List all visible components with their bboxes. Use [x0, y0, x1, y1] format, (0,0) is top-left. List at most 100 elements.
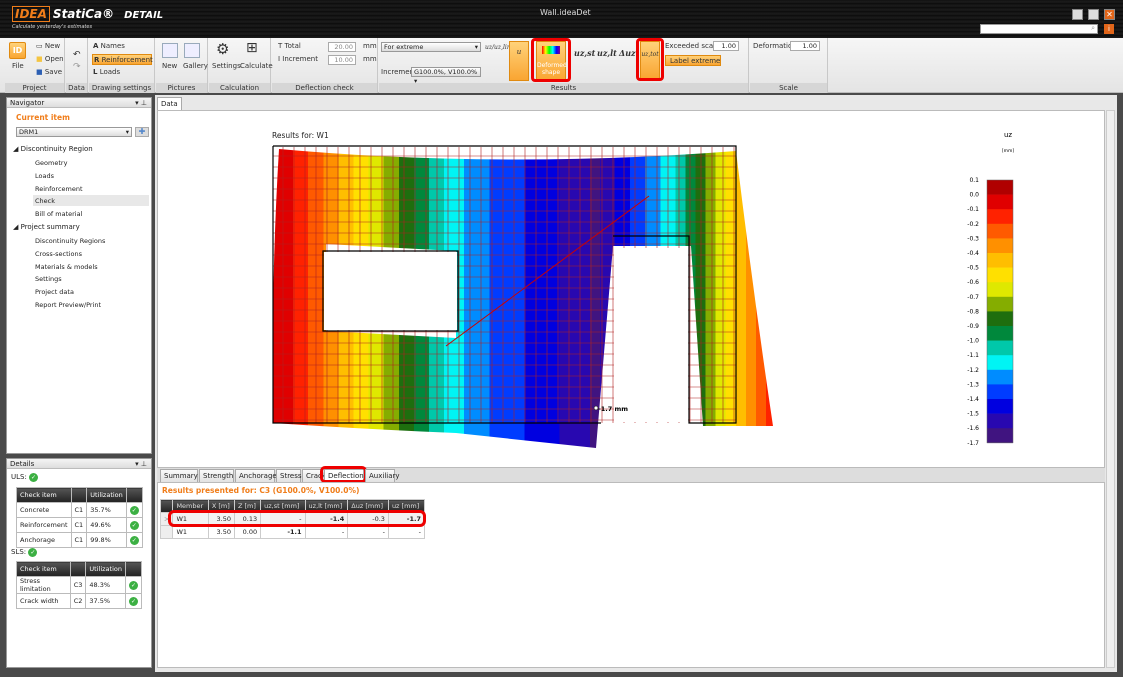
details-panel: Details ▾ ⊥ ULS: ✓ Check item Utilization C…: [6, 458, 152, 668]
group-results: For extreme ▾ Increment G100.0%, V100.0% …: [379, 38, 749, 93]
nav-item[interactable]: Project data: [33, 286, 149, 297]
new-picture-button[interactable]: New: [162, 62, 177, 70]
save-icon: ■: [36, 68, 43, 76]
uzst-button[interactable]: uz,st: [574, 48, 595, 58]
file-icon[interactable]: ID: [9, 42, 26, 59]
nav-item[interactable]: Bill of material: [33, 208, 149, 219]
legend-label: 0.1: [969, 177, 979, 184]
group-deflection-check: T Total I Increment 20.00 10.00 mm mm De…: [272, 38, 378, 93]
names-icon: A: [93, 42, 99, 50]
increment-input[interactable]: 10.00: [328, 55, 356, 65]
ribbon: ID File ▭ New ■ Open ■ Save Project ↶ ↷ …: [0, 38, 1123, 93]
tab-anchorage[interactable]: Anchorage: [235, 469, 277, 482]
legend-label: -0.3: [967, 235, 979, 242]
deformation-scale-input[interactable]: 1.00: [790, 41, 820, 51]
pin-icon[interactable]: ▾ ⊥: [135, 459, 151, 469]
tab-auxiliary[interactable]: Auxiliary: [365, 469, 400, 482]
gallery-button[interactable]: Gallery: [183, 62, 208, 70]
legend-label: -0.7: [967, 294, 979, 301]
navigator-panel: Navigator ▾ ⊥ Current item DRM1 ▾ ✚ ◢ Disc…: [6, 97, 152, 454]
undo-icon[interactable]: ↶: [73, 50, 81, 60]
search-input[interactable]: ⌕: [980, 24, 1098, 34]
legend-label: -0.9: [967, 323, 979, 330]
legend-band: [987, 326, 1013, 341]
tab-stress[interactable]: Stress: [276, 469, 302, 482]
tab-strength[interactable]: Strength: [199, 469, 234, 482]
add-item-icon[interactable]: ✚: [135, 127, 149, 137]
legend-label: -1.5: [967, 411, 979, 418]
legend-label: -0.2: [967, 221, 979, 228]
uls-table: Check item Utilization Concrete C1 35.7% ✓ Rei…: [16, 487, 143, 548]
legend-band: [987, 296, 1013, 312]
open-button[interactable]: ■ Open: [36, 55, 64, 63]
legend-band: [987, 267, 1013, 283]
legend-band: [987, 413, 1013, 429]
legend-band: [987, 194, 1013, 210]
nav-item[interactable]: Loads: [33, 170, 149, 181]
legend-label: -0.6: [967, 279, 979, 286]
nav-item[interactable]: Geometry: [33, 157, 149, 168]
close-button[interactable]: ✕: [1104, 9, 1115, 20]
nav-item[interactable]: Report Preview/Print: [33, 299, 149, 310]
info-icon[interactable]: i: [1104, 24, 1114, 34]
legend-band: [987, 355, 1013, 371]
nav-item[interactable]: Cross-sections: [33, 248, 149, 259]
exceeded-scale-input[interactable]: 1.00: [713, 41, 739, 51]
legend-label: -1.7: [967, 440, 979, 447]
label-extreme-button[interactable]: Label extreme: [665, 55, 721, 66]
minimize-button[interactable]: [1072, 9, 1083, 20]
tab-summary[interactable]: Summary: [160, 469, 198, 482]
uzlt-button[interactable]: uz,lt: [597, 48, 617, 58]
new-button[interactable]: ▭ New: [36, 42, 60, 50]
result-mode-select[interactable]: For extreme ▾: [381, 42, 481, 52]
legend-band: [987, 282, 1013, 298]
legend-unit: [mm]: [1002, 148, 1015, 154]
total-input[interactable]: 20.00: [328, 42, 356, 52]
current-item-select[interactable]: DRM1 ▾: [16, 127, 132, 137]
group-scale: Deformation 1.00 Scale: [750, 38, 828, 93]
presented-for-label: Results presented for: C3 (G100.0%, V100…: [162, 486, 360, 495]
check-ok-icon: ✓: [129, 535, 139, 545]
save-button[interactable]: ■ Save: [36, 68, 62, 76]
calculate-icon[interactable]: ⊞: [246, 40, 258, 56]
nav-item[interactable]: Materials & models: [33, 261, 149, 272]
tab-data[interactable]: Data: [157, 97, 182, 110]
legend-band: [987, 428, 1013, 444]
names-button[interactable]: A Names: [93, 42, 125, 50]
legend-band: [987, 340, 1013, 356]
file-button[interactable]: File: [12, 62, 24, 70]
nav-group[interactable]: ◢ Discontinuity Region: [13, 145, 93, 153]
extreme-label: -1.7 mm: [598, 405, 628, 413]
table-row[interactable]: W1 3.50 0.00 -1.1- - -: [159, 525, 426, 539]
redo-icon[interactable]: ↷: [73, 62, 81, 72]
drawing-canvas[interactable]: Results for: W1 -1.7 mm uz [mm] 0.1 0.0 -0…: [157, 110, 1105, 468]
result-tabs: Summary Strength Anchorage Stress Crack Defle…: [157, 466, 1105, 483]
check-ok-icon: ✓: [129, 580, 138, 590]
nav-item[interactable]: Settings: [33, 273, 149, 284]
color-legend: 0.1 0.0 -0.1 -0.2 -0.3 -0.4 -0.5 -0.6 -0.7 -0.8 -0…: [967, 177, 1014, 447]
legend-label: -0.8: [967, 308, 979, 315]
pin-icon[interactable]: ▾ ⊥: [135, 98, 151, 108]
legend-band: [987, 223, 1013, 239]
gallery-icon[interactable]: [184, 43, 200, 58]
calculate-button[interactable]: Calculate: [240, 62, 273, 70]
settings-button[interactable]: Settings: [212, 62, 241, 70]
u-button[interactable]: u: [509, 41, 529, 81]
highlight-deformed: [531, 38, 571, 82]
new-picture-icon[interactable]: [162, 43, 178, 58]
reinforcement-icon: R: [94, 56, 100, 64]
nav-item[interactable]: Reinforcement: [33, 183, 149, 194]
scrollbar[interactable]: [1106, 110, 1115, 668]
nav-item[interactable]: Check: [33, 195, 149, 207]
highlight-uztot: [636, 38, 664, 81]
table-row: Stress limitation C3 48.3% ✓: [16, 576, 142, 594]
settings-icon[interactable]: ⚙: [216, 40, 229, 58]
nav-item[interactable]: Discontinuity Regions: [33, 235, 149, 246]
loads-button[interactable]: L Loads: [93, 68, 120, 76]
maximize-button[interactable]: [1088, 9, 1099, 20]
duz-button[interactable]: Δuz: [619, 48, 636, 58]
nav-group[interactable]: ◢ Project summary: [13, 223, 80, 231]
increment-select[interactable]: G100.0%, V100.0% ▾: [411, 67, 481, 85]
reinforcement-button[interactable]: R Reinforcement: [92, 54, 153, 65]
table-row: Crack width C2 37.5% ✓: [16, 593, 142, 609]
